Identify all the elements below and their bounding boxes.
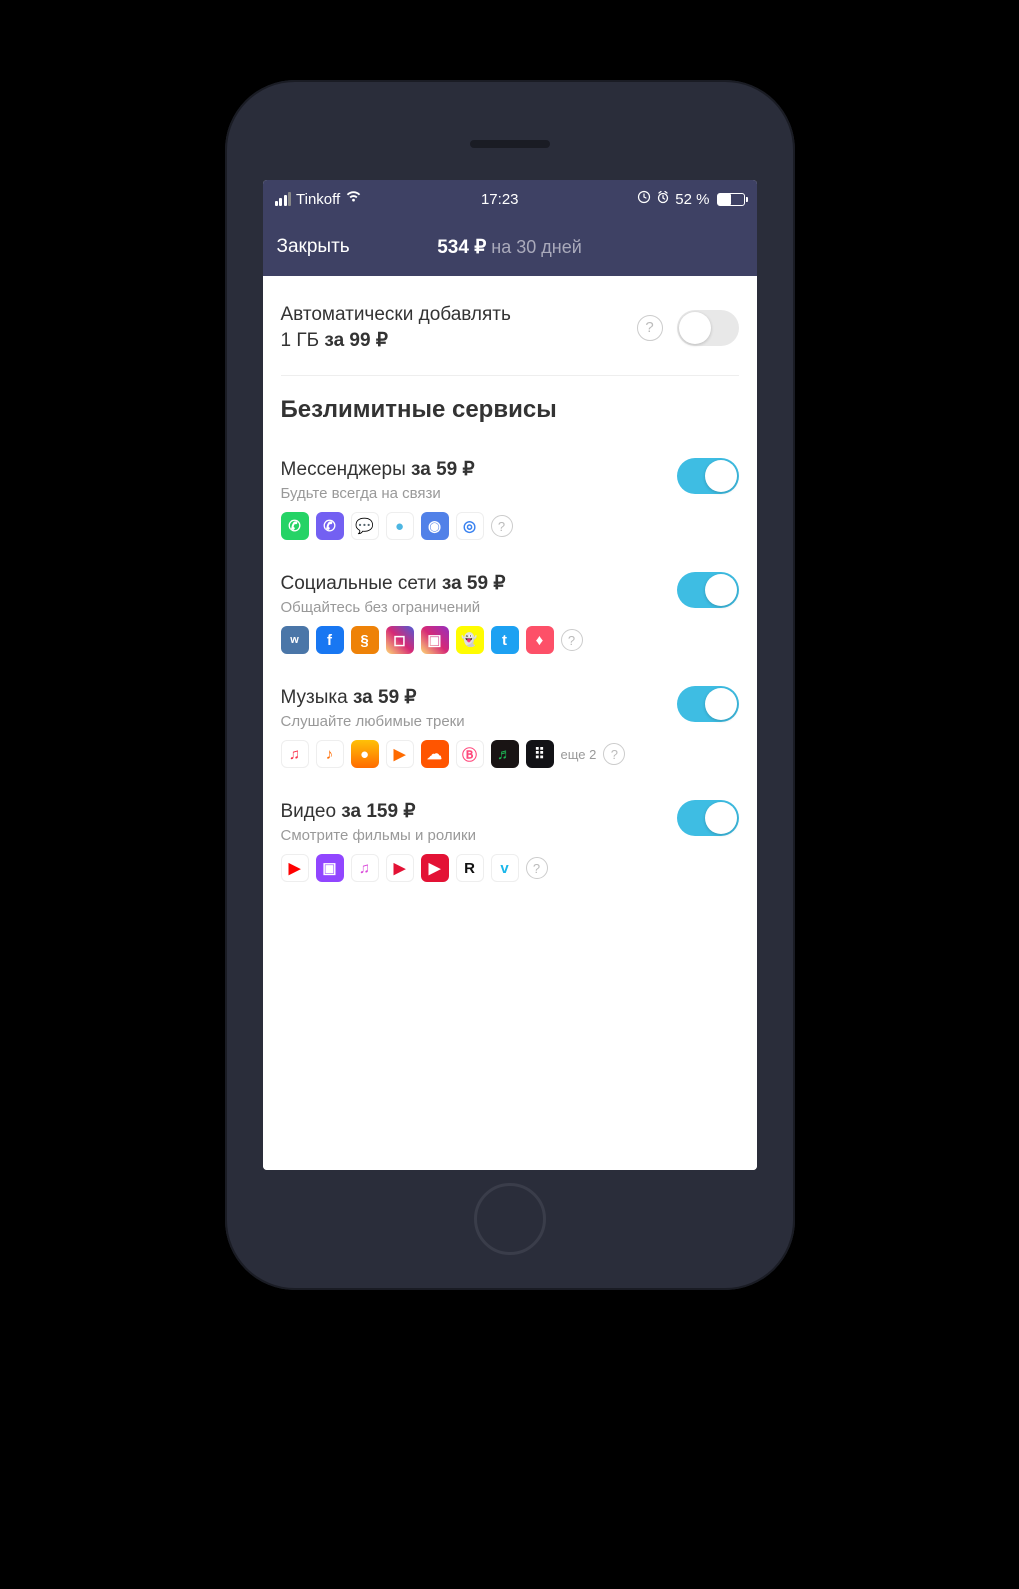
messenger-icon: 💬 — [351, 512, 379, 540]
auto-add-text: Автоматически добавлять 1 ГБ за 99 ₽ — [281, 302, 633, 353]
service-row: Музыка за 59 ₽ Слушайте любимые треки ♫♪●▶… — [281, 672, 739, 786]
status-left: Tinkoff — [275, 190, 363, 208]
twitter-icon: t — [491, 626, 519, 654]
viber-icon: ✆ — [316, 512, 344, 540]
youtube-icon: ▶ — [281, 854, 309, 882]
vk-icon: w — [281, 626, 309, 654]
battery-icon — [717, 193, 745, 206]
instagram-icon: ◻ — [386, 626, 414, 654]
wifi-icon — [345, 190, 362, 208]
status-bar: Tinkoff 17:23 52 % — [263, 180, 757, 218]
more-label[interactable]: еще 2 — [561, 747, 597, 762]
igtv-icon: ▣ — [421, 626, 449, 654]
imo-icon: ◎ — [456, 512, 484, 540]
facebook-icon: f — [316, 626, 344, 654]
phone-frame: Tinkoff 17:23 52 % Закрыть 534 ₽ — [225, 80, 795, 1290]
content-area: Автоматически добавлять 1 ГБ за 99 ₽ ? Б… — [263, 276, 757, 1170]
auto-add-line1: Автоматически добавлять — [281, 304, 511, 325]
help-icon[interactable]: ? — [491, 515, 513, 537]
tinder-icon: ♦ — [526, 626, 554, 654]
youtube-kids-icon: ▶ — [421, 854, 449, 882]
status-time: 17:23 — [481, 191, 519, 208]
service-title: Музыка за 59 ₽ — [281, 686, 677, 709]
lock-rotation-icon — [637, 190, 651, 208]
nav-title: 534 ₽ на 30 дней — [437, 236, 582, 259]
auto-add-row: Автоматически добавлять 1 ГБ за 99 ₽ ? — [281, 276, 739, 376]
service-head: Мессенджеры за 59 ₽ Будьте всегда на связ… — [281, 458, 739, 540]
service-title: Видео за 159 ₽ — [281, 800, 677, 823]
alarm-icon — [656, 190, 670, 208]
service-info: Музыка за 59 ₽ Слушайте любимые треки ♫♪●▶… — [281, 686, 677, 768]
status-right: 52 % — [637, 190, 744, 208]
vimeo-icon: v — [491, 854, 519, 882]
service-head: Социальные сети за 59 ₽ Общайтесь без огр… — [281, 572, 739, 654]
service-head: Видео за 159 ₽Смотрите фильмы и ролики▶▣… — [281, 800, 739, 882]
service-head: Музыка за 59 ₽ Слушайте любимые треки ♫♪●▶… — [281, 686, 739, 768]
service-title: Социальные сети за 59 ₽ — [281, 572, 677, 595]
help-icon[interactable]: ? — [526, 857, 548, 879]
service-info: Видео за 159 ₽Смотрите фильмы и ролики▶▣… — [281, 800, 677, 882]
close-button[interactable]: Закрыть — [277, 236, 350, 258]
zaycev-icon: ● — [351, 740, 379, 768]
auto-add-line2-prefix: 1 ГБ — [281, 330, 325, 351]
service-subtitle: Общайтесь без ограничений — [281, 599, 677, 616]
nav-price: 534 ₽ — [437, 236, 486, 259]
service-row: Мессенджеры за 59 ₽ Будьте всегда на связ… — [281, 444, 739, 558]
service-toggle[interactable] — [677, 572, 739, 608]
google-play-music-icon: ▶ — [386, 740, 414, 768]
section-title: Безлимитные сервисы — [281, 396, 739, 424]
nav-period: на 30 дней — [491, 237, 581, 258]
yandex-music-icon: ♪ — [316, 740, 344, 768]
battery-pct: 52 % — [675, 191, 709, 208]
app-screen: Tinkoff 17:23 52 % Закрыть 534 ₽ — [263, 180, 757, 1170]
itunes-icon: ♫ — [351, 854, 379, 882]
service-row: Социальные сети за 59 ₽ Общайтесь без огр… — [281, 558, 739, 672]
deezer-icon: ⠿ — [526, 740, 554, 768]
service-subtitle: Слушайте любимые треки — [281, 713, 677, 730]
whatsapp-icon: ✆ — [281, 512, 309, 540]
service-icons: ▶▣♫▶▶Rv? — [281, 854, 677, 882]
service-icons: ♫♪●▶☁Ⓑ♬⠿ еще 2? — [281, 740, 677, 768]
auto-add-toggle[interactable] — [677, 310, 739, 346]
rutube-icon: R — [456, 854, 484, 882]
vk-messenger-icon: ◉ — [421, 512, 449, 540]
signal-icon — [275, 192, 292, 206]
tamtam-icon: ● — [386, 512, 414, 540]
service-toggle[interactable] — [677, 800, 739, 836]
home-button[interactable] — [474, 1183, 546, 1255]
apple-music-icon: ♫ — [281, 740, 309, 768]
twitch-icon: ▣ — [316, 854, 344, 882]
service-icons: wf§◻▣👻t♦? — [281, 626, 677, 654]
nav-bar: Закрыть 534 ₽ на 30 дней — [263, 218, 757, 276]
service-row: Видео за 159 ₽Смотрите фильмы и ролики▶▣… — [281, 786, 739, 900]
snapchat-icon: 👻 — [456, 626, 484, 654]
service-subtitle: Смотрите фильмы и ролики — [281, 827, 677, 844]
boom-icon: Ⓑ — [456, 740, 484, 768]
service-info: Мессенджеры за 59 ₽ Будьте всегда на связ… — [281, 458, 677, 540]
service-info: Социальные сети за 59 ₽ Общайтесь без огр… — [281, 572, 677, 654]
carrier-label: Tinkoff — [296, 191, 340, 208]
phone-speaker — [470, 140, 550, 148]
odnoklassniki-icon: § — [351, 626, 379, 654]
service-title: Мессенджеры за 59 ₽ — [281, 458, 677, 481]
help-icon[interactable]: ? — [637, 315, 663, 341]
rutube-play-icon: ▶ — [386, 854, 414, 882]
service-icons: ✆✆💬●◉◎? — [281, 512, 677, 540]
soundcloud-icon: ☁ — [421, 740, 449, 768]
service-toggle[interactable] — [677, 686, 739, 722]
help-icon[interactable]: ? — [561, 629, 583, 651]
help-icon[interactable]: ? — [603, 743, 625, 765]
service-subtitle: Будьте всегда на связи — [281, 485, 677, 502]
auto-add-line2-price: за 99 ₽ — [324, 330, 388, 351]
spotify-icon: ♬ — [491, 740, 519, 768]
service-toggle[interactable] — [677, 458, 739, 494]
